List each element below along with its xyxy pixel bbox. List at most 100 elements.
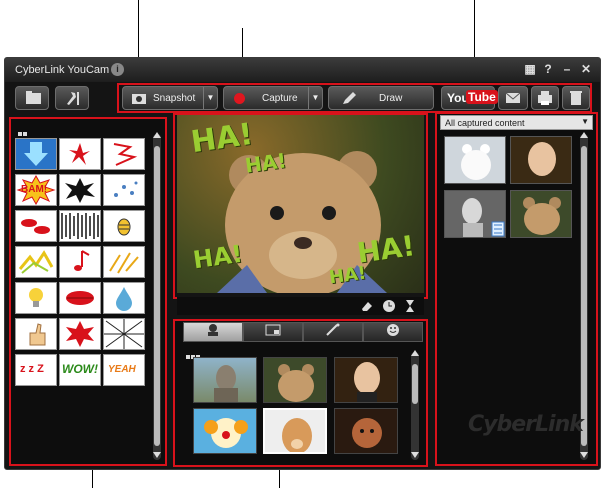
effect-sparks[interactable] [59,138,101,170]
video-file-icon [491,221,505,237]
email-button[interactable] [498,86,528,110]
waterdrop-icon [116,287,132,311]
avatars-scroll-down[interactable] [411,452,419,458]
effect-bee[interactable] [103,210,145,242]
poodle-image [352,418,382,448]
captured-item-bear-white[interactable] [444,136,506,184]
folder-button[interactable] [15,86,49,110]
avatar-clown[interactable] [193,408,257,454]
avatars-scroll-thumb[interactable] [412,364,418,404]
effect-spark-lines[interactable] [103,246,145,278]
capture-button[interactable]: Capture ▼ [223,86,323,110]
effect-wow[interactable]: WOW! [59,354,101,386]
tools-button[interactable] [55,86,89,110]
splat-icon [65,178,95,203]
cyberlink-logo: CyberLink [468,412,584,437]
effect-zzz[interactable]: z z Z [15,354,57,386]
snapshot-dropdown[interactable]: ▼ [203,87,217,109]
eraser-icon[interactable] [360,300,374,312]
draw-label: Draw [379,93,403,104]
red-lips-icon [66,291,94,305]
radial-lines-icon [104,319,144,349]
avatar-bobblehead[interactable] [334,357,398,403]
captured-filter-select[interactable]: All captured content ▼ [440,115,593,130]
golden-dog-image [282,418,312,452]
effect-radial-lines[interactable] [103,318,145,350]
youtube-button[interactable]: You Tube [441,86,498,110]
settings-icon[interactable]: ▦ [523,62,537,76]
zzz-text: z z Z [20,363,44,375]
effect-burst-yellow[interactable] [15,246,57,278]
clown-image [204,418,248,448]
download-arrow-icon [24,142,48,166]
snapshot-button[interactable]: Snapshot ▼ [122,86,218,110]
avatar-poodle[interactable] [334,408,398,454]
static-lines-icon [61,213,99,239]
effect-splat[interactable] [59,174,101,206]
avatars-scrollbar[interactable] [411,350,419,460]
avatars-scroll-up[interactable] [411,350,419,356]
close-icon[interactable]: ✕ [579,62,593,76]
lips-icon [21,219,50,234]
captured-item-statue[interactable] [444,190,506,238]
effect-lightning[interactable] [103,138,145,170]
warrior-statue-image [214,365,238,402]
effect-lightbulb[interactable] [15,282,57,314]
effect-dots[interactable] [103,174,145,206]
scroll-up-arrow[interactable] [153,132,161,138]
captured-scroll-thumb[interactable] [581,146,587,446]
print-button[interactable] [531,86,559,110]
sparks-icon [69,143,90,165]
avatar-dog[interactable] [263,408,327,454]
effect-yeah[interactable]: YEAH [103,354,145,386]
white-bear-image [461,144,491,180]
tab-avatar[interactable] [183,322,243,342]
effect-static[interactable] [59,210,101,242]
music-note-icon [74,250,90,271]
preview-controls [177,297,424,315]
capture-dropdown[interactable]: ▼ [308,87,322,109]
effect-download[interactable] [15,138,57,170]
effect-lips-pair[interactable] [15,210,57,242]
camera-icon [132,94,146,104]
lightning-icon [113,143,138,166]
scroll-down-arrow[interactable] [153,452,161,458]
effects-scrollbar[interactable] [153,132,161,460]
webcam-preview: HA! HA! HA! HA! HA! [177,115,424,293]
captured-scroll-up[interactable] [580,132,588,138]
avatar-warrior[interactable] [193,357,257,403]
captured-item-bobblehead[interactable] [510,136,572,184]
capture-label: Capture [262,93,298,104]
teddy-thumb-image [278,364,314,402]
info-icon[interactable]: i [111,63,124,76]
tab-emotion[interactable] [363,322,423,342]
effect-lips[interactable] [59,282,101,314]
captured-teddy-image [523,197,561,235]
spark-lines-icon [109,252,139,274]
help-icon[interactable]: ? [541,62,555,76]
delete-button[interactable] [562,86,590,110]
effect-thumbs[interactable] [15,318,57,350]
lightbulb-icon [29,288,43,307]
effect-waterdrop[interactable] [103,282,145,314]
record-icon [234,93,245,104]
tab-frames[interactable] [243,322,303,342]
wow-text: WOW! [62,362,98,376]
envelope-icon [505,92,521,103]
effects-scroll-thumb[interactable] [154,146,160,446]
avatar-teddy[interactable] [263,357,327,403]
minimize-icon[interactable]: – [560,62,574,76]
effect-punch[interactable] [59,318,101,350]
yeah-text: YEAH [108,364,136,375]
effect-bam[interactable]: BAM! [15,174,57,206]
folder-icon [26,91,41,104]
captured-item-teddy[interactable] [510,190,572,238]
title-bar: CyberLink YouCam i ▦ ? – ✕ [5,58,600,82]
tab-magic[interactable] [303,322,363,342]
clock-icon[interactable] [382,299,396,313]
hourglass-icon[interactable] [405,299,415,313]
captured-scroll-down[interactable] [580,452,588,458]
effect-music-note[interactable] [59,246,101,278]
draw-button[interactable]: Draw [328,86,434,110]
printer-icon [538,91,552,105]
